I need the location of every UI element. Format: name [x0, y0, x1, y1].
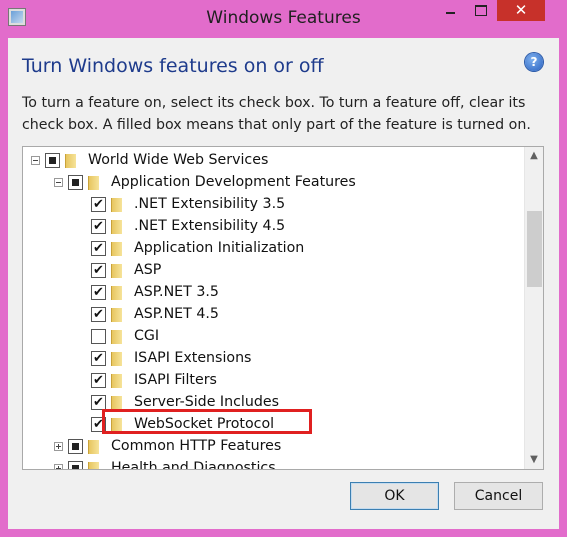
tree-item[interactable]: ✔ ISAPI Filters: [23, 370, 523, 392]
expand-icon[interactable]: [54, 464, 63, 469]
dialog-body: Turn Windows features on or off ? To tur…: [8, 38, 559, 529]
tree-item-label: World Wide Web Services: [88, 152, 269, 168]
tree-item[interactable]: ✔ ASP.NET 4.5: [23, 304, 523, 326]
tree-item-label: ASP.NET 3.5: [134, 284, 219, 300]
folder-icon: [88, 460, 100, 469]
tree-item[interactable]: World Wide Web Services: [23, 150, 523, 172]
collapse-icon[interactable]: [31, 156, 40, 165]
tree-item[interactable]: ✔ .NET Extensibility 4.5: [23, 216, 523, 238]
scroll-down-icon[interactable]: ▼: [525, 451, 543, 469]
tree-item[interactable]: Health and Diagnostics: [23, 458, 523, 470]
folder-icon: [111, 218, 123, 235]
tree-item-label: .NET Extensibility 4.5: [134, 218, 286, 234]
feature-checkbox[interactable]: ✔: [91, 285, 106, 300]
tree-item[interactable]: Common HTTP Features: [23, 436, 523, 458]
tree-item-label: .NET Extensibility 3.5: [134, 196, 286, 212]
folder-icon: [65, 152, 77, 169]
features-tree[interactable]: World Wide Web Services Application Devel…: [22, 146, 544, 470]
folder-icon: [88, 174, 100, 191]
tree-item[interactable]: ✔ ASP: [23, 260, 523, 282]
highlight-box: [102, 409, 312, 434]
feature-checkbox[interactable]: [68, 175, 83, 190]
ok-button[interactable]: OK: [350, 482, 439, 510]
page-title: Turn Windows features on or off: [22, 55, 324, 77]
help-icon[interactable]: ?: [525, 53, 543, 71]
tree-item[interactable]: ✔ .NET Extensibility 3.5: [23, 194, 523, 216]
folder-icon: [88, 438, 100, 455]
folder-icon: [111, 196, 123, 213]
folder-icon: [111, 372, 123, 389]
tree-item[interactable]: ✔ ISAPI Extensions: [23, 348, 523, 370]
collapse-icon[interactable]: [54, 178, 63, 187]
tree-item[interactable]: Application Development Features: [23, 172, 523, 194]
tree-item-label: Server-Side Includes: [134, 394, 279, 410]
title-bar[interactable]: Windows Features ✕: [0, 0, 567, 38]
feature-checkbox[interactable]: [68, 461, 83, 469]
feature-checkbox[interactable]: ✔: [91, 351, 106, 366]
expand-icon[interactable]: [54, 442, 63, 451]
folder-icon: [111, 306, 123, 323]
folder-icon: [111, 328, 123, 345]
folder-icon: [111, 240, 123, 257]
cancel-button[interactable]: Cancel: [454, 482, 543, 510]
feature-checkbox[interactable]: ✔: [91, 241, 106, 256]
tree-item[interactable]: ✔ ASP.NET 3.5: [23, 282, 523, 304]
feature-checkbox[interactable]: [45, 153, 60, 168]
tree-item[interactable]: CGI: [23, 326, 523, 348]
feature-checkbox[interactable]: ✔: [91, 263, 106, 278]
feature-checkbox[interactable]: [68, 439, 83, 454]
tree-item-label: Application Initialization: [134, 240, 305, 256]
tree-item-label: CGI: [134, 328, 160, 344]
folder-icon: [111, 262, 123, 279]
description-text: To turn a feature on, select its check b…: [22, 95, 531, 133]
tree-item-label: ASP: [134, 262, 162, 278]
scroll-up-icon[interactable]: ▲: [525, 147, 543, 165]
tree-item-label: Health and Diagnostics: [111, 460, 276, 470]
feature-checkbox[interactable]: ✔: [91, 307, 106, 322]
tree-item[interactable]: ✔ Application Initialization: [23, 238, 523, 260]
windows-features-dialog: Windows Features ✕ Turn Windows features…: [0, 0, 567, 537]
feature-checkbox[interactable]: ✔: [91, 373, 106, 388]
minimize-button[interactable]: [437, 0, 464, 21]
tree-item-label: Application Development Features: [111, 174, 356, 190]
folder-icon: [111, 350, 123, 367]
folder-icon: [111, 284, 123, 301]
feature-checkbox[interactable]: ✔: [91, 219, 106, 234]
feature-checkbox[interactable]: ✔: [91, 197, 106, 212]
tree-item-label: ISAPI Extensions: [134, 350, 252, 366]
close-button[interactable]: ✕: [497, 0, 545, 21]
feature-checkbox[interactable]: ✔: [91, 395, 106, 410]
tree-item-label: ISAPI Filters: [134, 372, 217, 388]
feature-checkbox[interactable]: [91, 329, 106, 344]
tree-item-label: ASP.NET 4.5: [134, 306, 219, 322]
maximize-button[interactable]: [467, 0, 494, 21]
scrollbar-thumb[interactable]: [527, 211, 542, 287]
tree-item-label: Common HTTP Features: [111, 438, 282, 454]
scrollbar[interactable]: ▲ ▼: [524, 147, 543, 469]
